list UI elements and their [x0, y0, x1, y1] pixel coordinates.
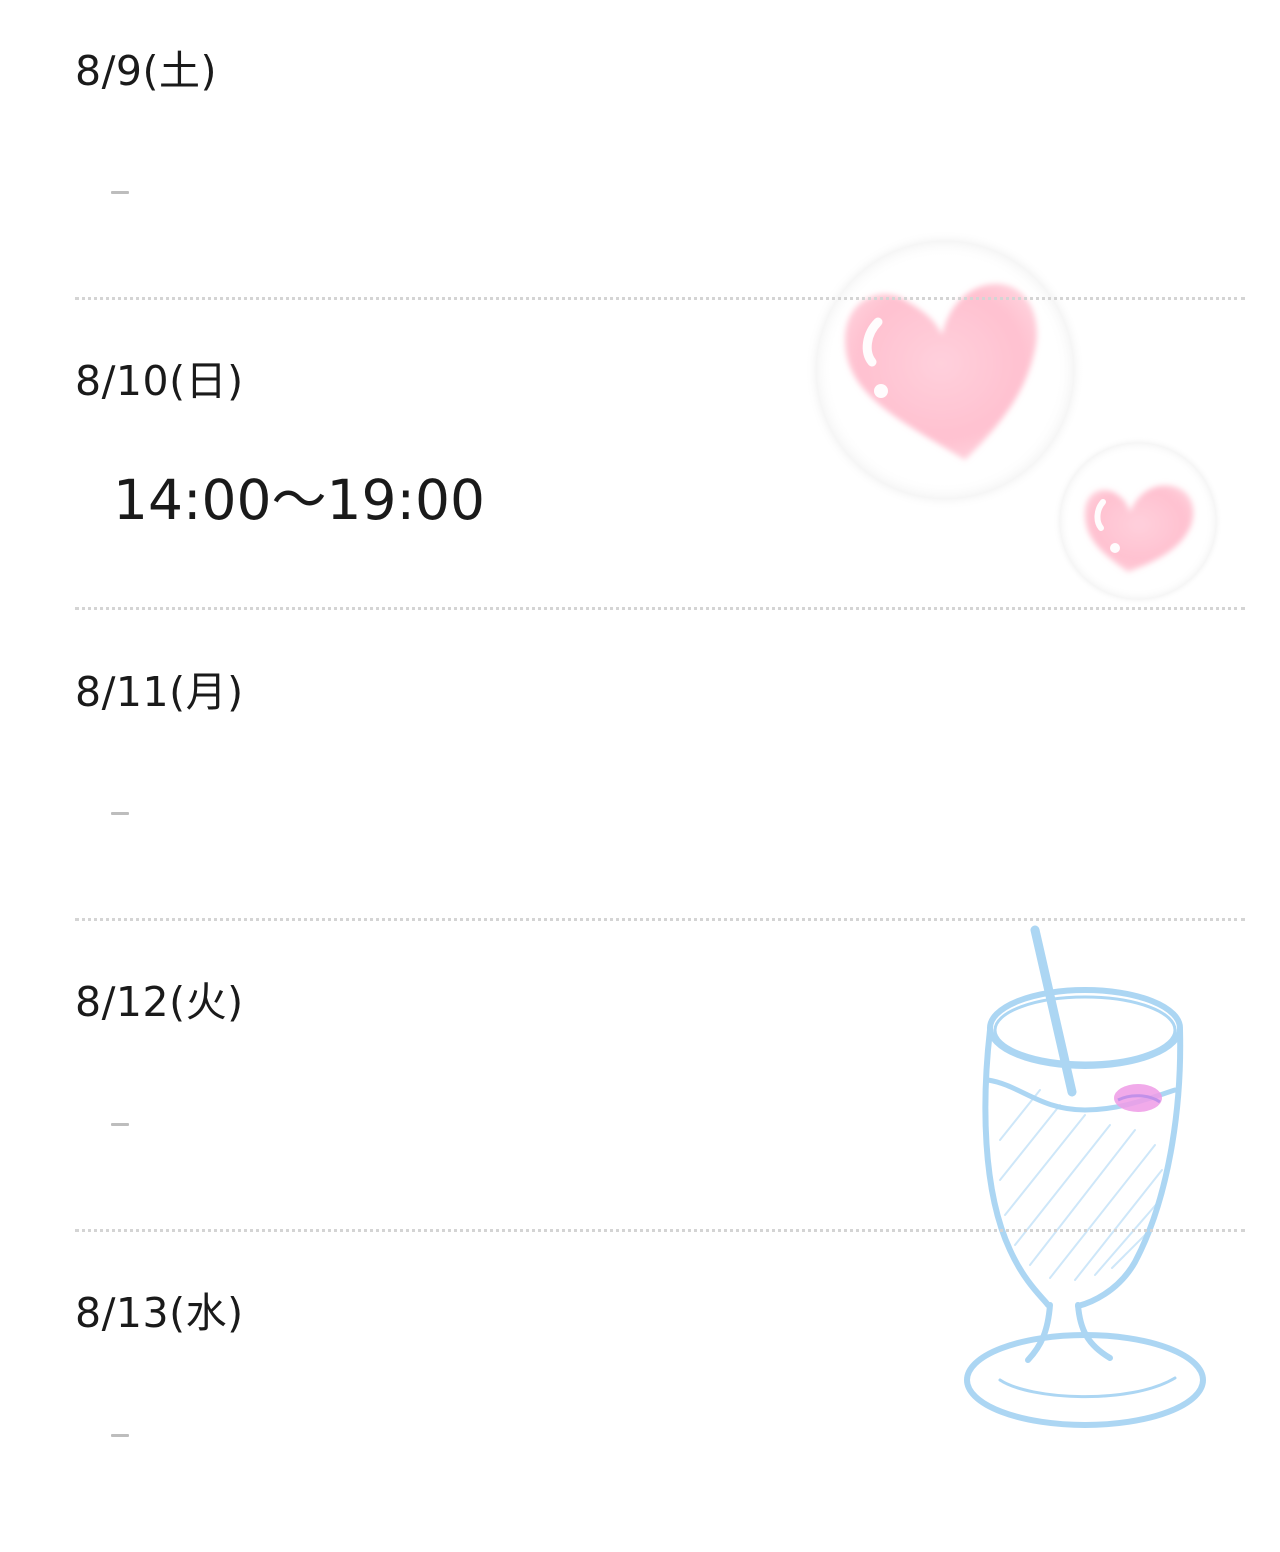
day-date: 8/13(水) [75, 1289, 244, 1337]
no-hours-dash [111, 1123, 129, 1126]
day-divider [75, 1229, 1245, 1232]
day-divider [75, 607, 1245, 610]
no-hours-dash [111, 812, 129, 815]
no-hours-dash [111, 191, 129, 194]
day-divider [75, 918, 1245, 921]
day-divider [75, 297, 1245, 300]
schedule-list: 8/9(土) 8/10(日) 14:00〜19:00 8/11(月) 8/12(… [0, 0, 1280, 1490]
day-date: 8/9(土) [75, 47, 217, 95]
day-date: 8/12(火) [75, 978, 244, 1026]
no-hours-dash [111, 1434, 129, 1437]
schedule-day: 8/13(水) [75, 1242, 1245, 1552]
day-date: 8/11(月) [75, 668, 244, 716]
day-date: 8/10(日) [75, 357, 244, 405]
schedule-day: 8/9(土) [75, 0, 1245, 310]
day-hours: 14:00〜19:00 [113, 468, 486, 532]
schedule-day: 8/11(月) [75, 621, 1245, 931]
schedule-day: 8/10(日) [75, 310, 1245, 620]
schedule-day: 8/12(火) [75, 931, 1245, 1241]
